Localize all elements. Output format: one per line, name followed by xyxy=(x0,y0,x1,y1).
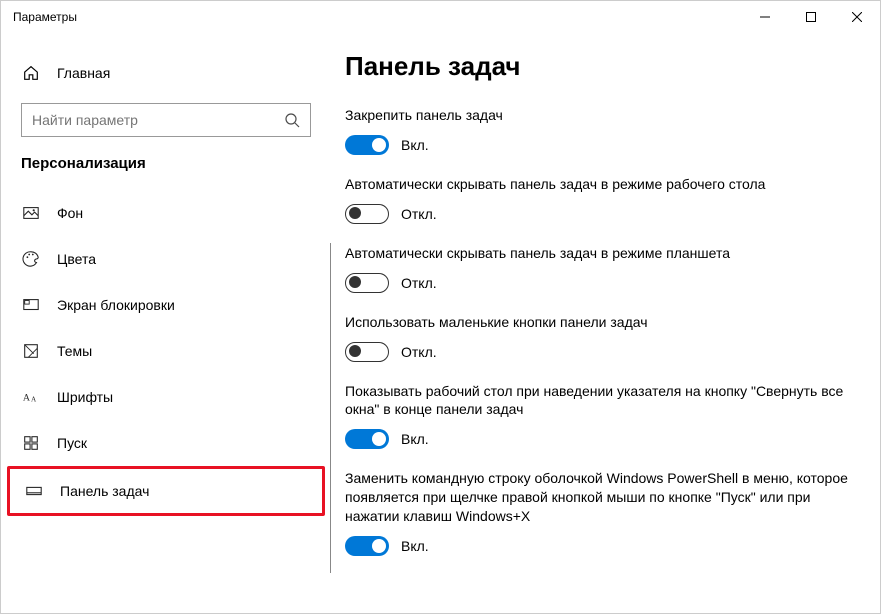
sidebar-item-colors[interactable]: Цвета xyxy=(1,236,331,282)
page-title: Панель задач xyxy=(345,51,850,82)
sidebar-item-start[interactable]: Пуск xyxy=(1,420,331,466)
sidebar-item-background[interactable]: Фон xyxy=(1,190,331,236)
sidebar-item-label: Шрифты xyxy=(57,389,113,405)
taskbar-icon xyxy=(24,481,44,501)
maximize-button[interactable] xyxy=(788,1,834,33)
search-input[interactable] xyxy=(32,112,284,128)
section-title: Персонализация xyxy=(1,155,331,172)
setting-autohide-tablet: Автоматически скрывать панель задач в ре… xyxy=(345,244,850,293)
search-icon xyxy=(284,112,300,128)
setting-label: Использовать маленькие кнопки панели зад… xyxy=(345,313,850,332)
sidebar-item-label: Темы xyxy=(57,343,92,359)
toggle-lock-taskbar[interactable] xyxy=(345,135,389,155)
setting-powershell: Заменить командную строку оболочкой Wind… xyxy=(345,469,850,556)
toggle-peek-desktop[interactable] xyxy=(345,429,389,449)
window-title: Параметры xyxy=(13,10,742,24)
setting-autohide-desktop: Автоматически скрывать панель задач в ре… xyxy=(345,175,850,224)
setting-label: Закрепить панель задач xyxy=(345,106,850,125)
lockscreen-icon xyxy=(21,295,41,315)
picture-icon xyxy=(21,203,41,223)
fonts-icon: AA xyxy=(21,387,41,407)
main-content: Панель задач Закрепить панель задач Вкл.… xyxy=(331,33,880,613)
toggle-state-text: Вкл. xyxy=(401,538,429,554)
minimize-button[interactable] xyxy=(742,1,788,33)
setting-label: Показывать рабочий стол при наведении ук… xyxy=(345,382,850,420)
sidebar-item-label: Фон xyxy=(57,205,83,221)
close-button[interactable] xyxy=(834,1,880,33)
toggle-state-text: Вкл. xyxy=(401,431,429,447)
sidebar-item-lockscreen[interactable]: Экран блокировки xyxy=(1,282,331,328)
start-icon xyxy=(21,433,41,453)
toggle-state-text: Откл. xyxy=(401,206,437,222)
setting-label: Заменить командную строку оболочкой Wind… xyxy=(345,469,850,526)
nav-list: Фон Цвета Экран блокировки xyxy=(1,190,331,516)
sidebar-item-fonts[interactable]: AA Шрифты xyxy=(1,374,331,420)
toggle-autohide-tablet[interactable] xyxy=(345,273,389,293)
toggle-state-text: Вкл. xyxy=(401,137,429,153)
sidebar-item-themes[interactable]: Темы xyxy=(1,328,331,374)
svg-text:A: A xyxy=(31,396,37,404)
setting-peek-desktop: Показывать рабочий стол при наведении ук… xyxy=(345,382,850,450)
setting-label: Автоматически скрывать панель задач в ре… xyxy=(345,175,850,194)
sidebar-item-label: Панель задач xyxy=(60,483,149,499)
toggle-state-text: Откл. xyxy=(401,344,437,360)
home-label: Главная xyxy=(57,65,110,81)
svg-text:A: A xyxy=(23,393,31,404)
sidebar-item-label: Пуск xyxy=(57,435,87,451)
palette-icon xyxy=(21,249,41,269)
titlebar: Параметры xyxy=(1,1,880,33)
toggle-autohide-desktop[interactable] xyxy=(345,204,389,224)
toggle-small-buttons[interactable] xyxy=(345,342,389,362)
sidebar-item-label: Экран блокировки xyxy=(57,297,175,313)
sidebar-divider xyxy=(330,243,331,573)
sidebar-item-taskbar[interactable]: Панель задач xyxy=(7,466,325,516)
home-icon xyxy=(21,63,41,83)
home-link[interactable]: Главная xyxy=(1,53,331,93)
themes-icon xyxy=(21,341,41,361)
setting-lock-taskbar: Закрепить панель задач Вкл. xyxy=(345,106,850,155)
toggle-powershell[interactable] xyxy=(345,536,389,556)
setting-label: Автоматически скрывать панель задач в ре… xyxy=(345,244,850,263)
setting-small-buttons: Использовать маленькие кнопки панели зад… xyxy=(345,313,850,362)
sidebar: Главная Персонализация Фон xyxy=(1,33,331,613)
toggle-state-text: Откл. xyxy=(401,275,437,291)
sidebar-item-label: Цвета xyxy=(57,251,96,267)
search-input-wrapper[interactable] xyxy=(21,103,311,137)
